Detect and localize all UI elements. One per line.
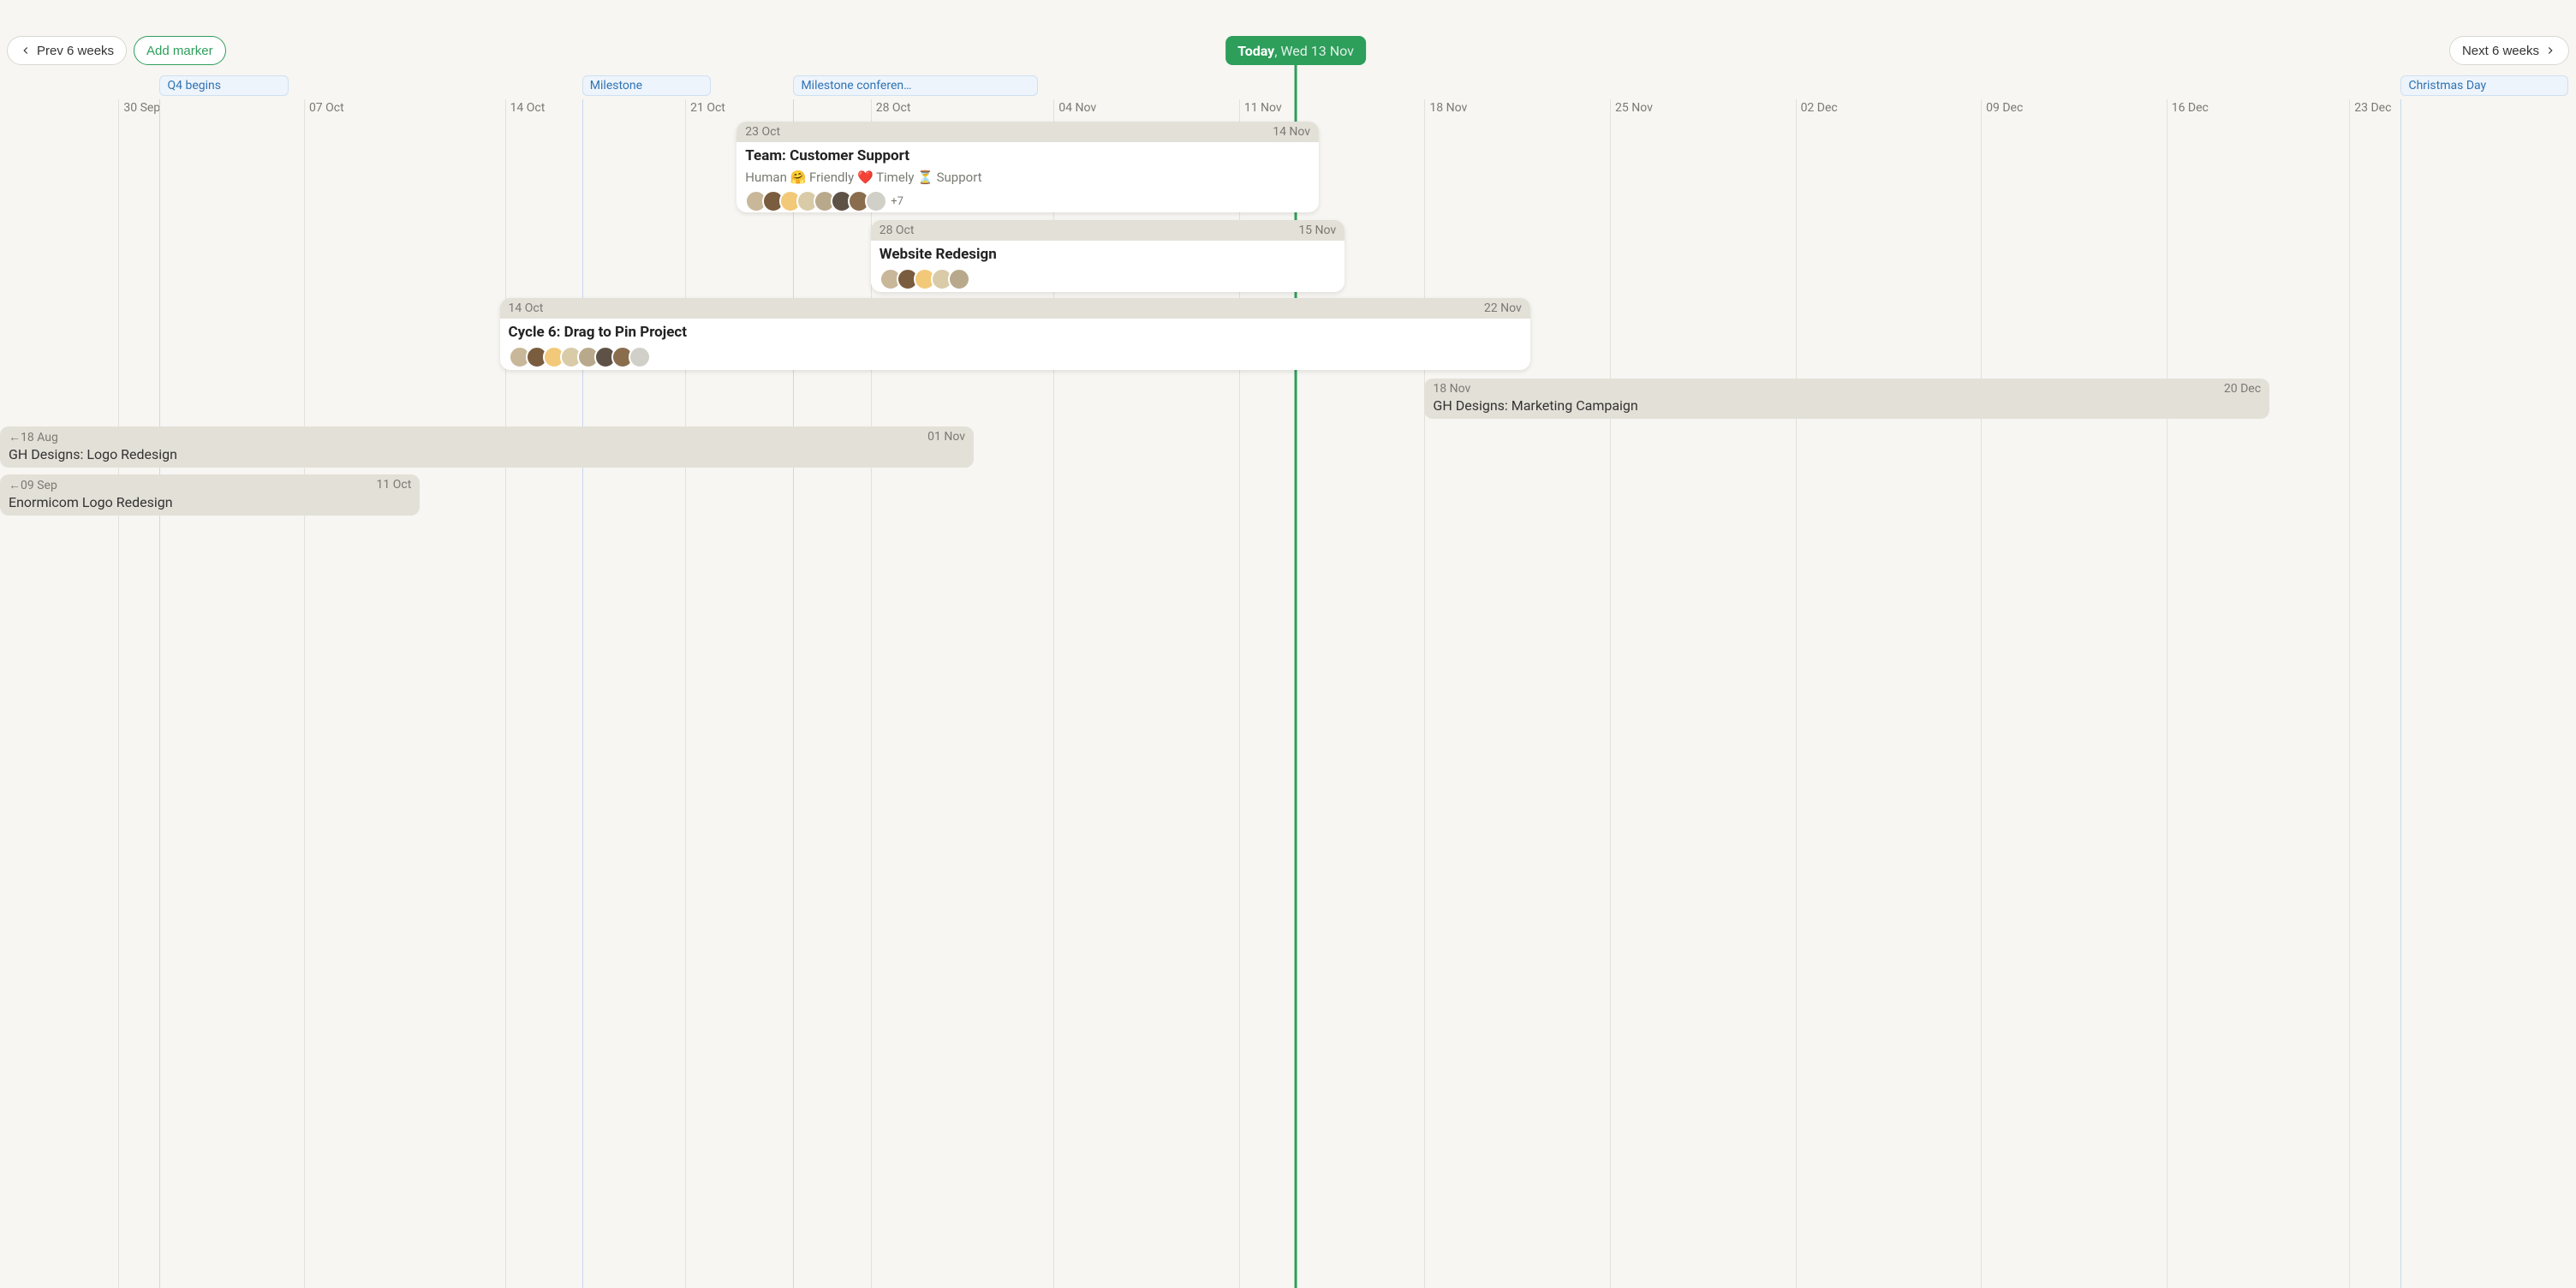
marker-chip[interactable]: Milestone conferen… [793,75,1038,96]
prev-weeks-label: Prev 6 weeks [37,44,114,58]
timeline-flatcard-marketing-campaign[interactable]: 18 Nov 20 DecGH Designs: Marketing Campai… [1424,379,2269,419]
card-end-date: 14 Nov [1273,125,1310,139]
prev-weeks-button[interactable]: Prev 6 weeks [7,36,127,65]
marker-chip[interactable]: Milestone [582,75,711,96]
timeline-card-customer-support[interactable]: 23 Oct 14 Nov Team: Customer Support Human … [736,122,1319,212]
avatar-stack: +7 [745,190,1310,212]
timeline-card-cycle-6[interactable]: 14 Oct 22 Nov Cycle 6: Drag to Pin Project [500,298,1530,370]
card-title: Team: Customer Support [745,147,1310,164]
add-marker-label: Add marker [146,44,213,58]
avatar-more: +7 [891,195,903,208]
next-weeks-label: Next 6 weeks [2462,44,2539,58]
timeline-flatcard-logo-redesign[interactable]: ←18 Aug 01 Nov GH Designs: Logo Redesign [0,426,974,468]
card-start-date: 28 Oct [880,224,915,237]
card-date-range: ←18 Aug 01 Nov [9,430,965,444]
card-title: GH Designs: Marketing Campaign [1433,397,2261,414]
card-date-range: 14 Oct 22 Nov [500,298,1530,319]
toolbar-left: Prev 6 weeks Add marker [7,36,226,65]
marker-row: Q4 begins Milestone Milestone conferen… Chr… [0,75,2576,98]
card-end-date: 22 Nov [1484,301,1522,315]
card-end-date: 15 Nov [1298,224,1336,237]
timeline-cards: 23 Oct 14 Nov Team: Customer Support Human … [0,122,2576,1288]
card-start-date: ←18 Aug [9,430,58,444]
arrow-right-icon [2544,45,2556,57]
today-pill[interactable]: Today , Wed 13 Nov [1225,36,1366,65]
timeline-card-website-redesign[interactable]: 28 Oct 15 Nov Website Redesign [871,220,1345,292]
card-body: Team: Customer Support Human 🤗 Friendly ❤… [736,142,1319,212]
card-end-date: 01 Nov [927,430,965,444]
card-title: Website Redesign [880,246,1336,263]
card-end-date: 20 Dec [2224,382,2261,396]
card-title: Enormicom Logo Redesign [9,494,411,510]
card-subtitle: Human 🤗 Friendly ❤️ Timely ⏳ Support [745,170,1310,185]
avatar-stack [880,268,1336,290]
card-body: Website Redesign [871,241,1345,292]
marker-chip[interactable]: Q4 begins [159,75,288,96]
today-label-rest: , Wed 13 Nov [1274,43,1354,59]
marker-chip[interactable]: Christmas Day [2400,75,2568,96]
avatar [629,346,651,368]
card-date-range: 28 Oct 15 Nov [871,220,1345,241]
card-title: Cycle 6: Drag to Pin Project [509,324,1522,341]
card-start-date: 14 Oct [509,301,544,315]
card-start-date: ←09 Sep [9,478,57,492]
toolbar-right: Next 6 weeks [2449,36,2569,65]
arrow-left-icon [20,45,32,57]
card-end-date: 11 Oct [377,478,412,492]
timeline-flatcard-enormicom[interactable]: ←09 Sep 11 Oct Enormicom Logo Redesign [0,474,420,516]
card-date-range: ←09 Sep 11 Oct [9,478,411,492]
card-body: Cycle 6: Drag to Pin Project [500,319,1530,370]
add-marker-button[interactable]: Add marker [134,36,226,65]
card-title: GH Designs: Logo Redesign [9,446,965,462]
card-date-range: 18 Nov 20 Dec [1433,382,2261,396]
avatar [948,268,970,290]
avatar-stack [509,346,1522,368]
avatar [865,190,887,212]
card-start-date: 23 Oct [745,125,780,139]
card-date-range: 23 Oct 14 Nov [736,122,1319,142]
card-start-date: 18 Nov [1433,382,1470,396]
next-weeks-button[interactable]: Next 6 weeks [2449,36,2569,65]
today-label-bold: Today [1237,43,1274,59]
